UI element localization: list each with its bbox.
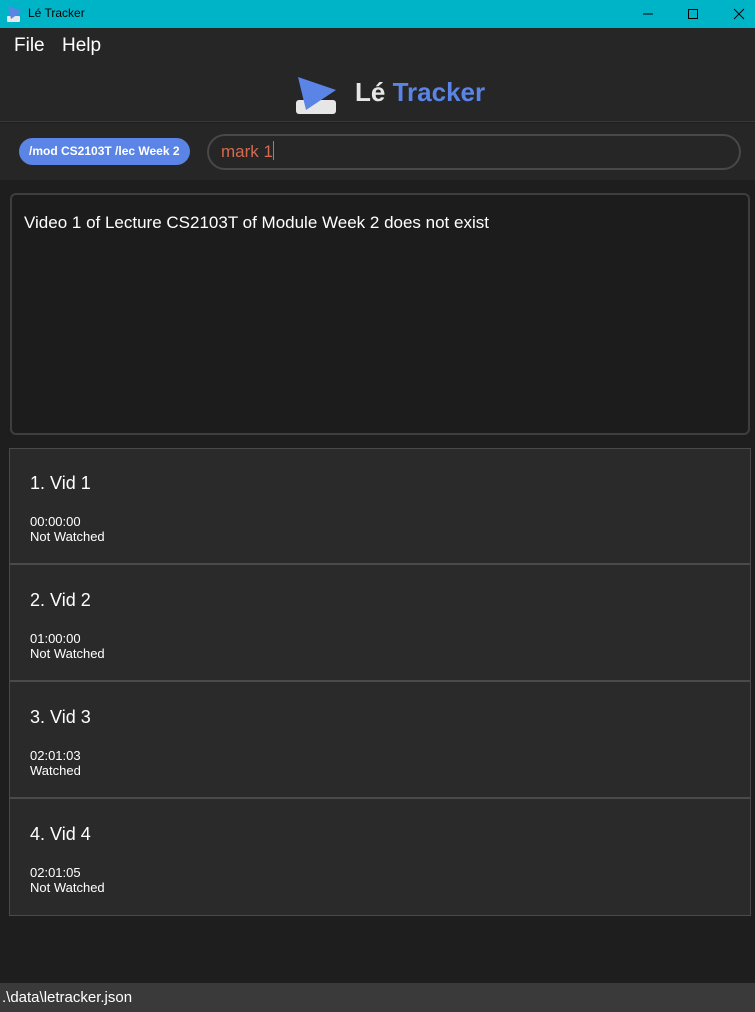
video-timestamp: 02:01:03 (30, 748, 81, 763)
command-input-value: mark 1 (221, 142, 273, 161)
video-title: 2. Vid 2 (30, 590, 91, 610)
video-watch-status: Watched (30, 763, 81, 778)
data-file-path: .\data\letracker.json (2, 989, 133, 1006)
video-timestamp: 01:00:00 (30, 631, 81, 646)
video-watch-status: Not Watched (30, 529, 105, 544)
video-watch-status: Not Watched (30, 646, 105, 661)
app-header: Lé Tracker (0, 62, 755, 122)
video-card[interactable]: 1. Vid 1 00:00:00 Not Watched (10, 449, 750, 565)
minimize-button[interactable] (625, 0, 671, 28)
minimize-icon (643, 13, 653, 15)
maximize-icon (688, 9, 698, 19)
video-timestamp: 02:01:05 (30, 865, 81, 880)
video-card[interactable]: 3. Vid 3 02:01:03 Watched (10, 683, 750, 799)
video-watch-status: Not Watched (30, 880, 105, 895)
menu-help[interactable]: Help (62, 35, 101, 57)
video-card[interactable]: 2. Vid 2 01:00:00 Not Watched (10, 566, 750, 682)
title-bar: Lé Tracker (0, 0, 755, 28)
context-badge: /mod CS2103T /lec Week 2 (19, 138, 190, 165)
brand-title: Lé Tracker (355, 77, 485, 108)
video-list: 1. Vid 1 00:00:00 Not Watched 2. Vid 2 0… (9, 448, 751, 916)
video-title: 4. Vid 4 (30, 824, 91, 844)
text-caret (272, 141, 274, 160)
window-title: Lé Tracker (28, 6, 85, 20)
menu-file[interactable]: File (14, 35, 45, 57)
video-timestamp: 00:00:00 (30, 514, 81, 529)
command-bar: /mod CS2103T /lec Week 2 mark 1 (0, 123, 755, 180)
video-card[interactable]: 4. Vid 4 02:01:05 Not Watched (10, 800, 750, 916)
app-logo-icon (7, 6, 22, 22)
maximize-button[interactable] (670, 0, 716, 28)
brand-name-part2: Tracker (392, 77, 486, 107)
result-display: Video 1 of Lecture CS2103T of Module Wee… (10, 193, 750, 435)
app-logo-icon (296, 77, 336, 114)
command-input[interactable]: mark 1 (207, 134, 741, 170)
close-icon (733, 8, 745, 20)
brand-name-part1: Lé (355, 77, 386, 107)
video-title: 1. Vid 1 (30, 473, 91, 493)
close-button[interactable] (716, 0, 755, 28)
status-bar: .\data\letracker.json (0, 983, 755, 1012)
video-title: 3. Vid 3 (30, 707, 91, 727)
menu-bar: File Help (0, 28, 755, 62)
result-message: Video 1 of Lecture CS2103T of Module Wee… (24, 213, 489, 232)
